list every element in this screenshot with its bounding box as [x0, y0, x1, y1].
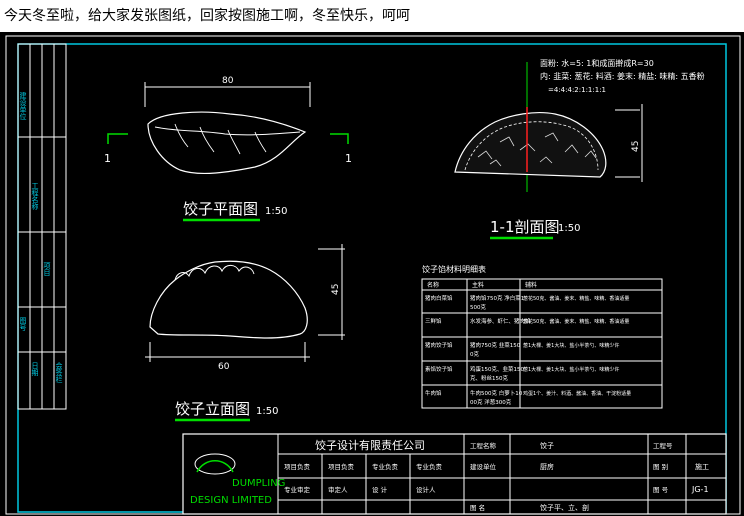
plan-view-title: 饺子平面图: [183, 200, 258, 218]
elevation-view-title: 饺子立面图: [175, 400, 250, 418]
plan-dim-width: 80: [222, 76, 234, 86]
tb-sheet-value: JG-1: [691, 485, 709, 494]
side-strip-label: 图号: [19, 317, 27, 332]
materials-table: 饺子馅材料明细表 名称 主料 辅料 猪肉白菜馅 猪肉馅750克 净白菜1500克葱…: [421, 264, 663, 409]
tb-cell: 专业审定: [284, 485, 311, 494]
table-cell: 牛肉馅: [425, 389, 442, 397]
elevation-view-scale: 1:50: [256, 406, 278, 417]
section-dim-height: 45: [631, 141, 641, 152]
section-mark-left: 1: [104, 152, 111, 165]
title-block: DUMPLING DESIGN LIMITED 饺子设计有限责任公司 项目负责 …: [182, 433, 727, 515]
elevation-view: 60 45 饺子立面图 1:50: [145, 244, 345, 422]
tb-drawno-label: 图 别: [653, 462, 668, 471]
table-cell: 猪肉馅750克 净白菜1: [470, 294, 524, 302]
tb-project-label: 工程名称: [470, 441, 497, 450]
side-strip-label: 会签栏: [55, 361, 63, 384]
table-cell: 猪肉750克 韭菜150: [470, 341, 521, 349]
table-title: 饺子馅材料明细表: [422, 264, 486, 274]
dumpling-elevation-outline: [149, 260, 308, 339]
tb-client-value: 厨房: [540, 462, 554, 471]
table-cell: 牛肉500克 白萝卜10: [470, 389, 523, 397]
tb-cell: 审定人: [328, 485, 348, 494]
section-note-2: 内: 韭菜: 葱花: 料酒: 姜末: 精盐: 味精: 五香粉: [540, 71, 705, 81]
side-strip: 建设单位 工程名称 项目 图号 日期 会签栏: [17, 43, 67, 410]
plan-view: 80 1 1 饺子平面图 1:50: [104, 76, 352, 222]
tb-cell: 项目负责: [328, 462, 355, 471]
table-header: 辅料: [525, 281, 537, 289]
section-note-1: 面粉: 水=5: 1和成面擀成R=30: [540, 58, 654, 68]
table-cell: 500克: [470, 304, 486, 311]
section-note-3: =4:4:4:2:1:1:1:1: [548, 86, 606, 94]
tb-sheet-label: 图 号: [653, 486, 669, 494]
side-strip-label: 建设单位: [19, 91, 27, 120]
table-cell: 水发海参、虾仁、猪肉馅: [470, 317, 531, 325]
table-cell: 葱花50克、酱油、姜末、精盐、味精、香油适量: [523, 318, 629, 325]
cad-drawing-canvas: 建设单位 工程名称 项目 图号 日期 会签栏 80 1 1 饺子平面图 1:50…: [0, 32, 744, 516]
elevation-dim-width: 60: [218, 362, 230, 372]
tb-project-value: 饺子: [540, 441, 554, 450]
side-strip-label: 工程名称: [31, 182, 39, 211]
section-view: 面粉: 水=5: 1和成面擀成R=30 内: 韭菜: 葱花: 料酒: 姜末: 精…: [454, 58, 705, 240]
table-cell: 克、粉丝150克: [470, 374, 508, 382]
section-view-scale: 1:50: [558, 223, 580, 234]
tb-cell: 设计人: [416, 485, 436, 494]
table-header: 名称: [427, 281, 439, 289]
table-header: 主料: [472, 281, 484, 289]
logo-text-2: DESIGN LIMITED: [190, 495, 272, 506]
tb-cell: 项目负责: [284, 462, 311, 471]
dumpling-plan-outline: [147, 111, 307, 175]
section-view-title: 1-1剖面图: [490, 218, 560, 236]
company-name: 饺子设计有限责任公司: [315, 438, 425, 452]
post-caption: 今天冬至啦，给大家发张图纸，回家按图施工啊，冬至快乐，呵呵: [0, 0, 744, 32]
tb-cell: 专业负责: [416, 462, 443, 471]
section-mark-right: 1: [345, 152, 352, 165]
table-cell: 葱1大棵、姜1大块、盐小半茶勺、味精少许: [523, 366, 619, 373]
table-cell: 00克 洋葱300克: [470, 398, 512, 406]
table-cell: 鸡蛋1个、姜汁、料酒、酱油、香油、干淀粉适量: [523, 390, 631, 397]
tb-drawing-value: 饺子平、立、剖: [540, 503, 589, 512]
side-strip-label: 日期: [31, 362, 39, 377]
tb-drawing-label: 图 名: [470, 503, 485, 512]
elevation-dim-height: 45: [331, 284, 341, 295]
table-cell: 0克: [470, 351, 479, 358]
table-cell: 三鲜馅: [425, 317, 442, 325]
table-cell: 猪肉饺子馅: [425, 341, 453, 349]
table-cell: 素馅饺子馅: [425, 365, 453, 373]
tb-client-label: 建设单位: [470, 462, 497, 471]
cad-drawing: 建设单位 工程名称 项目 图号 日期 会签栏 80 1 1 饺子平面图 1:50…: [5, 35, 741, 515]
side-strip-label: 项目: [43, 262, 51, 277]
table-cell: 葱花50克、酱油、姜末、精盐、味精、香油适量: [523, 295, 629, 302]
plan-view-scale: 1:50: [265, 206, 287, 217]
tb-drawno-value: 施工: [695, 462, 709, 471]
table-cell: 鸡蛋150克、韭菜150: [470, 365, 524, 373]
logo-text-1: DUMPLING: [232, 478, 285, 489]
tb-cell: 设 计: [372, 485, 388, 494]
table-cell: 葱1大棵、姜1大块、盐小半茶勺、味精少许: [523, 342, 619, 349]
tb-cell: 专业负责: [372, 462, 399, 471]
table-cell: 猪肉白菜馅: [425, 294, 453, 302]
tb-projno-label: 工程号: [653, 441, 673, 450]
